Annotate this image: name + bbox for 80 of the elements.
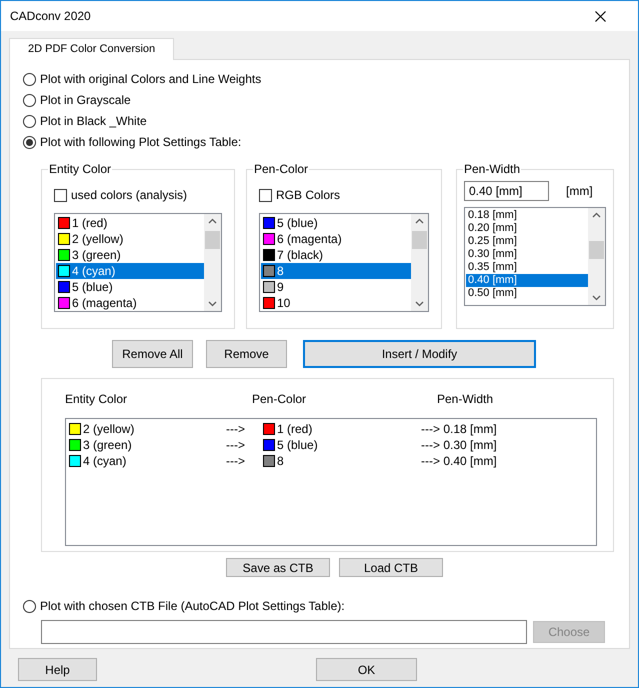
column-header: Entity Color: [65, 392, 128, 406]
radio-label[interactable]: Plot in Grayscale: [40, 91, 131, 109]
pen-color-text: 8: [277, 453, 284, 470]
file-button[interactable]: Load CTB: [339, 558, 443, 577]
footer-button[interactable]: OK: [316, 658, 417, 681]
width-input[interactable]: 0.40 [mm]: [464, 181, 549, 201]
list-item[interactable]: 7 (black): [261, 247, 411, 263]
pen-width-text: ---> 0.40 [mm]: [421, 453, 497, 470]
list-item[interactable]: 0.20 [mm]: [466, 222, 588, 235]
pen-width-text: ---> 0.30 [mm]: [421, 437, 497, 454]
checkbox[interactable]: [259, 188, 272, 202]
list-item[interactable]: 8: [261, 263, 411, 279]
list-item[interactable]: 0.50 [mm]: [466, 287, 588, 300]
file-button[interactable]: Save as CTB: [226, 558, 330, 577]
list-item[interactable]: 0.35 [mm]: [466, 261, 588, 274]
list-item[interactable]: 6 (magenta): [261, 231, 411, 247]
scrollbar[interactable]: [411, 214, 428, 311]
entity-color-text: 4 (cyan): [83, 453, 126, 470]
list-item[interactable]: 3 (green): [56, 247, 204, 263]
list-item[interactable]: 6 (magenta): [56, 295, 204, 311]
close-icon[interactable]: [595, 10, 606, 22]
scroll-up-icon[interactable]: [208, 218, 217, 224]
scroll-down-icon[interactable]: [592, 295, 601, 301]
action-button[interactable]: Insert / Modify: [303, 340, 536, 368]
radio-button[interactable]: [23, 72, 36, 86]
group-title: Entity Color: [48, 162, 112, 176]
list-item[interactable]: 5 (blue): [56, 279, 204, 295]
list-item[interactable]: 2 (yellow): [56, 231, 204, 247]
arrow-text: --->: [226, 453, 246, 470]
scrollbar[interactable]: [588, 208, 605, 305]
radio-label[interactable]: Plot with following Plot Settings Table:: [40, 133, 242, 151]
pen-color-text: 5 (blue): [277, 437, 318, 454]
list-item[interactable]: 9: [261, 279, 411, 295]
list-item[interactable]: 5 (blue): [261, 215, 411, 231]
list-item[interactable]: 1 (red): [56, 215, 204, 231]
radio-label[interactable]: Plot with original Colors and Line Weights: [40, 70, 262, 88]
pen-width-text: ---> 0.18 [mm]: [421, 421, 497, 438]
scroll-up-icon[interactable]: [592, 212, 601, 218]
entity-color-text: 3 (green): [83, 437, 132, 454]
radio-button[interactable]: [23, 94, 36, 106]
mapping-list[interactable]: 2 (yellow) ---> 1 (red) ---> 0.18 [mm] 3 (green) ---> 5 (blue) ---> 0.30 [mm] 4 (cyan) ---> 8 ---> 0.40 [mm]: [65, 418, 597, 546]
width-list[interactable]: 0.18 [mm] 0.20 [mm] 0.25 [mm] 0.30 [mm] 0.35 [mm] 0.40 [mm] 0.50 [mm]: [464, 207, 606, 306]
footer-button[interactable]: Help: [18, 658, 97, 681]
action-button[interactable]: Remove: [206, 340, 287, 368]
list-item[interactable]: 10: [261, 295, 411, 311]
color-list[interactable]: 5 (blue) 6 (magenta) 7 (black) 8 9 10: [259, 213, 429, 312]
entity-color-text: 2 (yellow): [83, 421, 134, 438]
list-item[interactable]: 0.30 [mm]: [466, 248, 588, 261]
scroll-up-icon[interactable]: [415, 218, 424, 224]
radio-button[interactable]: [23, 600, 36, 612]
scrollbar[interactable]: [204, 214, 221, 311]
column-header: Pen-Width: [437, 392, 494, 406]
scroll-thumb[interactable]: [589, 241, 604, 259]
scroll-thumb[interactable]: [205, 231, 220, 249]
window-title: CADconv 2020: [10, 8, 91, 25]
list-item[interactable]: 4 (cyan): [56, 263, 204, 279]
radio-button[interactable]: [23, 136, 36, 148]
arrow-text: --->: [226, 437, 246, 454]
unit-label: [mm]: [566, 183, 593, 200]
radio-button[interactable]: [23, 114, 36, 128]
scroll-down-icon[interactable]: [415, 301, 424, 307]
scroll-down-icon[interactable]: [208, 301, 217, 307]
group-title: Pen-Width: [463, 162, 522, 176]
radio-label[interactable]: Plot in Black _White: [40, 112, 147, 130]
checkbox-label[interactable]: RGB Colors: [276, 186, 340, 204]
scroll-thumb[interactable]: [412, 231, 427, 249]
group-title: Pen-Color: [253, 162, 310, 176]
column-header: Pen-Color: [252, 392, 306, 406]
checkbox[interactable]: [54, 188, 67, 202]
list-item[interactable]: 0.40 [mm]: [466, 274, 588, 287]
radio-label[interactable]: Plot with chosen CTB File (AutoCAD Plot Settings Table):: [40, 597, 345, 615]
pen-color-text: 1 (red): [277, 421, 312, 438]
action-button[interactable]: Remove All: [112, 340, 193, 368]
list-item[interactable]: 0.25 [mm]: [466, 235, 588, 248]
tab[interactable]: 2D PDF Color Conversion: [9, 38, 174, 60]
checkbox-label[interactable]: used colors (analysis): [71, 186, 188, 204]
arrow-text: --->: [226, 421, 246, 438]
color-list[interactable]: 1 (red) 2 (yellow) 3 (green) 4 (cyan) 5 (blue) 6 (magenta): [54, 213, 222, 312]
list-item[interactable]: 0.18 [mm]: [466, 209, 588, 222]
file-path-field[interactable]: [41, 620, 527, 644]
